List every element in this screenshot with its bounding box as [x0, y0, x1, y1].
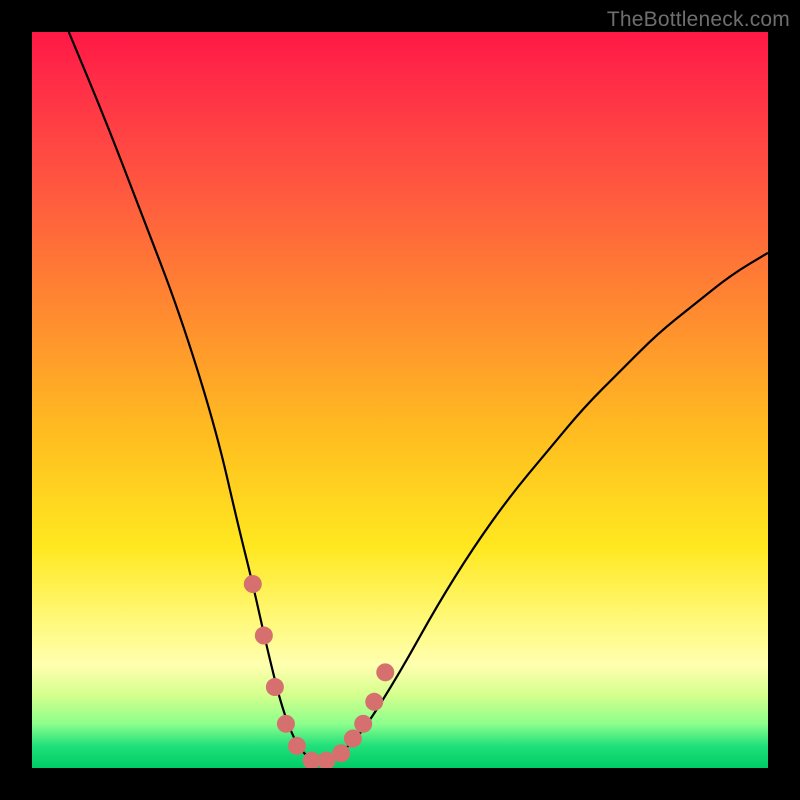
highlight-dot [266, 678, 284, 696]
plot-area [32, 32, 768, 768]
bottleneck-curve [69, 32, 768, 761]
highlight-dot [244, 575, 262, 593]
chart-svg [32, 32, 768, 768]
highlight-dot [288, 737, 306, 755]
highlight-dot [365, 693, 383, 711]
chart-frame: TheBottleneck.com [0, 0, 800, 800]
highlight-dot [344, 730, 362, 748]
highlight-dot [277, 715, 295, 733]
highlight-dot [332, 744, 350, 762]
highlight-dot [354, 715, 372, 733]
highlight-dot [255, 627, 273, 645]
watermark-text: TheBottleneck.com [607, 8, 790, 32]
highlight-dots [244, 575, 394, 768]
highlight-dot [376, 663, 394, 681]
